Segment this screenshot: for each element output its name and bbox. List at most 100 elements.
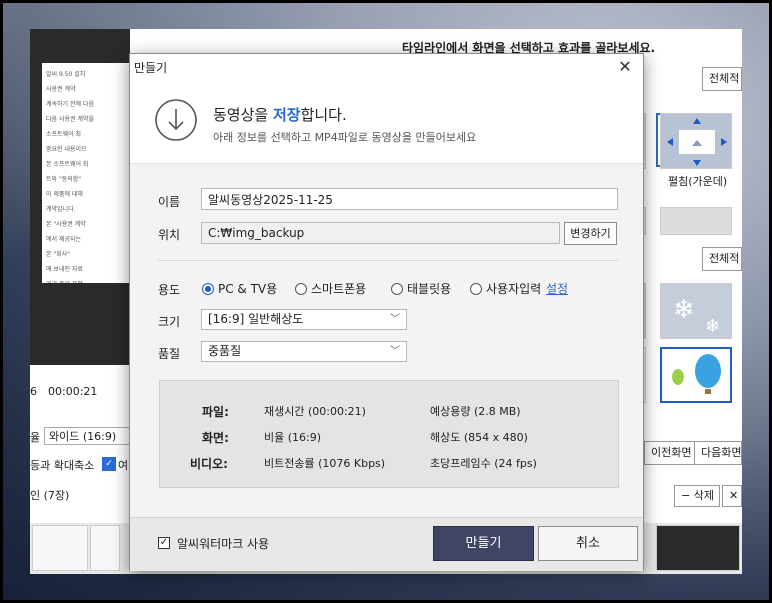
- info-screen-label: 화면:: [202, 431, 229, 445]
- dialog-title: 만들기: [134, 61, 168, 75]
- preview-line: 계속하기 전에 다음: [46, 101, 94, 108]
- change-location-button[interactable]: 변경하기: [564, 222, 617, 245]
- purpose-option-smartphone[interactable]: 스마트폰용: [295, 280, 366, 296]
- preview-line: 트와 "동의함": [46, 176, 82, 183]
- info-row-screen: 화면: 비율 (16:9) 해상도 (854 x 480): [160, 429, 620, 447]
- effect-tile-balloon[interactable]: [660, 347, 732, 403]
- setting-link[interactable]: 설정: [546, 280, 568, 297]
- size-select[interactable]: [16:9] 일반해상도 ﹀: [201, 309, 407, 330]
- header-title-pre: 동영상을: [213, 106, 273, 124]
- radio-dot: [391, 282, 403, 295]
- quality-select-value: 중품질: [208, 344, 242, 358]
- apply-all-button[interactable]: 전체적: [702, 67, 742, 91]
- info-file-size: 예상용량 (2.8 MB): [430, 405, 521, 418]
- preview-document-image: 알씨 9.50 설치사용권 계약계속하기 전에 다음다음 사용권 계약을소프트웨…: [42, 63, 130, 283]
- effect-tile[interactable]: [660, 207, 732, 235]
- info-video-bitrate: 비트전송률 (1076 Kbps): [264, 457, 386, 470]
- header-title-highlight: 저장: [272, 106, 301, 124]
- zoom-suffix: 여: [118, 459, 129, 472]
- header-title: 동영상을 저장합니다.: [213, 104, 347, 125]
- quality-label: 품질: [158, 347, 181, 361]
- separator: [158, 260, 618, 261]
- radio-dot: [295, 282, 307, 295]
- aspect-prefix: 율: [30, 431, 41, 444]
- zoom-label: 등과 확대축소: [30, 459, 95, 472]
- location-label: 위치: [158, 228, 181, 242]
- time-row: 6 00:00:21: [30, 383, 130, 403]
- svg-text:❄: ❄: [705, 316, 720, 337]
- aspect-select[interactable]: 와이드 (16:9): [44, 427, 130, 445]
- dialog-footer: ✓ 알씨워터마크 사용 만들기 취소: [130, 517, 643, 571]
- zoom-checkbox[interactable]: ✓: [102, 457, 116, 471]
- preview-line: 알씨 9.50 설치: [46, 71, 86, 78]
- dialog-header: 동영상을 저장합니다. 아래 정보를 선택하고 MP4파일로 동영상을 만들어보…: [130, 80, 643, 164]
- preview-line: 본 "사용권 계약: [46, 221, 86, 228]
- snowflake-icon: ❄ ❄: [673, 295, 720, 337]
- radio-dot: [470, 282, 482, 295]
- preview-line: 사용권 계약: [46, 86, 76, 93]
- apply-all-button-2[interactable]: 전체적: [702, 247, 742, 271]
- preview-line: 계약입니다.: [46, 206, 76, 213]
- effect-tile-spread[interactable]: [660, 113, 732, 169]
- purpose-option-tablet[interactable]: 태블릿용: [391, 280, 451, 296]
- info-screen-resolution: 해상도 (854 x 480): [430, 431, 528, 444]
- preview-line: 에서 제공되는: [46, 236, 82, 243]
- location-field[interactable]: [201, 222, 560, 244]
- preview-line: 에 보내진 자료: [46, 266, 83, 273]
- thumbnail[interactable]: [32, 525, 88, 571]
- name-field[interactable]: [201, 188, 618, 210]
- scene-count-row: 인 (7장): [30, 485, 130, 507]
- thumbnail[interactable]: [90, 525, 120, 571]
- cancel-button[interactable]: 취소: [538, 526, 638, 561]
- radio-label: 사용자입력: [486, 282, 542, 296]
- watermark-checkbox[interactable]: ✓: [158, 537, 170, 549]
- info-row-video: 비디오: 비트전송률 (1076 Kbps) 초당프레임수 (24 fps): [160, 455, 620, 473]
- name-label: 이름: [158, 195, 181, 209]
- purpose-option-pc-tv[interactable]: PC & TV용: [202, 280, 277, 296]
- preview-line: 중요한 내용이므: [46, 146, 87, 153]
- radio-dot: [202, 282, 214, 295]
- scene-count: 인 (7장): [30, 489, 70, 502]
- thumbnail[interactable]: [656, 525, 740, 571]
- info-video-label: 비디오:: [190, 457, 228, 471]
- preview-line: 여기 중이 포함: [46, 279, 126, 283]
- make-video-dialog: 만들기 ✕ 동영상을 저장합니다. 아래 정보를 선택하고 MP4파일로 동영상…: [129, 53, 644, 571]
- output-info-box: 파일: 재생시간 (00:00:21) 예상용량 (2.8 MB) 화면: 비율…: [159, 380, 619, 488]
- info-video-fps: 초당프레임수 (24 fps): [430, 457, 537, 470]
- info-screen-ratio: 비율 (16:9): [264, 431, 322, 444]
- dialog-titlebar: 만들기 ✕: [130, 54, 643, 80]
- purpose-option-custom[interactable]: 사용자입력: [470, 280, 541, 296]
- radio-label: PC & TV용: [218, 282, 278, 296]
- download-icon: [155, 99, 197, 141]
- preview-line: 다음 사용권 계약을: [46, 116, 94, 123]
- preview-line: 본 소프트웨어 최: [46, 161, 89, 168]
- current-time: 00:00:21: [48, 385, 98, 398]
- make-button[interactable]: 만들기: [433, 526, 534, 561]
- size-select-value: [16:9] 일반해상도: [208, 312, 304, 326]
- info-file-label: 파일:: [202, 405, 229, 419]
- close-icon[interactable]: ✕: [615, 57, 635, 77]
- effect-tile-snow[interactable]: ❄ ❄: [660, 283, 732, 339]
- next-scene-button[interactable]: 다음화면: [694, 441, 742, 465]
- quality-select[interactable]: 중품질 ﹀: [201, 341, 407, 362]
- preview-area: 알씨 9.50 설치사용권 계약계속하기 전에 다음다음 사용권 계약을소프트웨…: [30, 29, 130, 365]
- info-row-file: 파일: 재생시간 (00:00:21) 예상용량 (2.8 MB): [160, 403, 620, 421]
- purpose-label: 용도: [158, 283, 181, 297]
- preview-line: 이 제품에 대해: [46, 191, 83, 198]
- chevron-down-icon: ﹀: [390, 314, 400, 325]
- info-file-duration: 재생시간 (00:00:21): [264, 405, 366, 418]
- chevron-down-icon: ﹀: [390, 346, 400, 357]
- time-prefix: 6: [30, 385, 37, 398]
- aspect-row: 율 와이드 (16:9): [30, 427, 130, 449]
- preview-line: 본 "회사": [46, 251, 70, 258]
- svg-text:❄: ❄: [673, 295, 695, 325]
- header-title-post: 합니다.: [300, 106, 347, 124]
- expand-arrows-icon: [667, 118, 727, 166]
- tile-label-spread: 펼침(가운데): [668, 175, 728, 188]
- watermark-label: 알씨워터마크 사용: [177, 537, 270, 551]
- zoom-row: 등과 확대축소 ✓ 여: [30, 455, 130, 477]
- delete-button[interactable]: − 삭제: [674, 485, 720, 507]
- extra-button[interactable]: ✕ 전: [722, 485, 742, 507]
- preview-line: 소프트웨어 최: [46, 131, 82, 138]
- balloon-icon: [672, 354, 721, 394]
